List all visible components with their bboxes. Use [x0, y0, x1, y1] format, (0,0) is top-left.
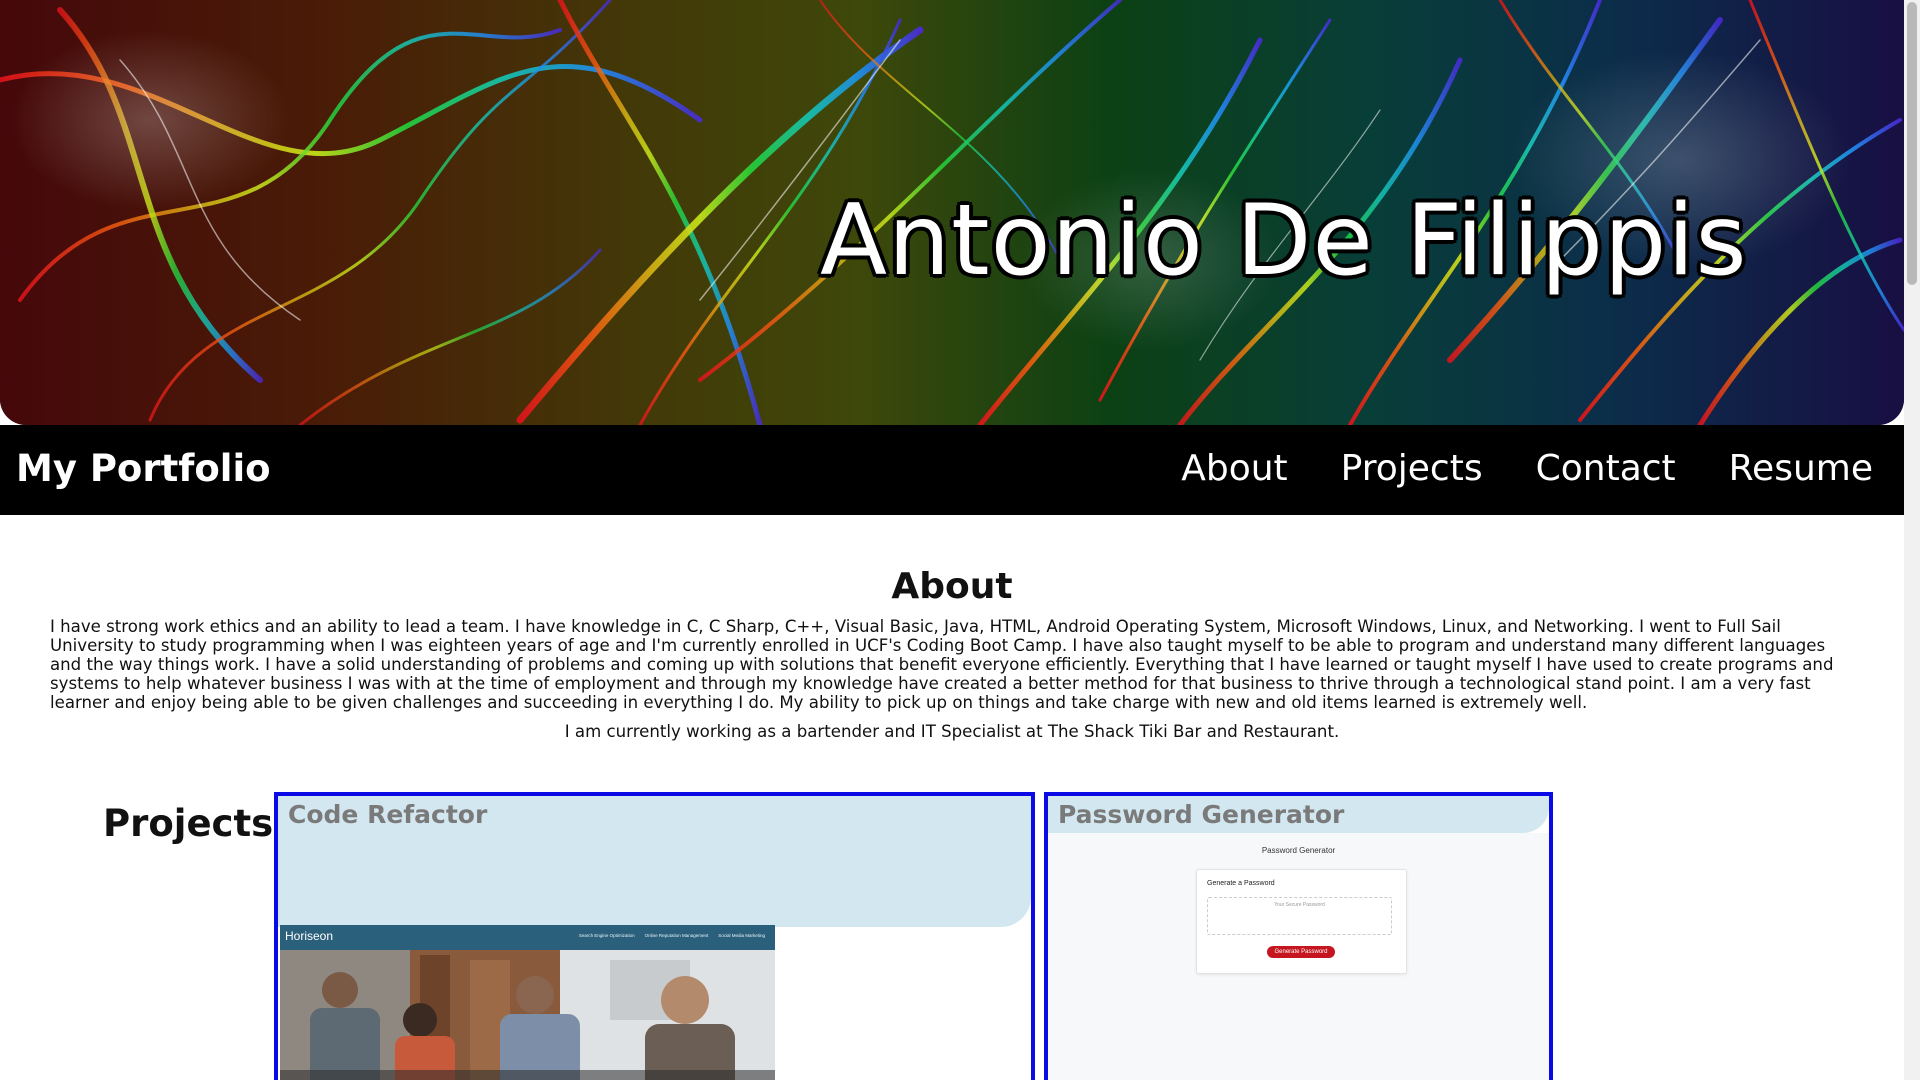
horiseon-screenshot[interactable]: Horiseon Search Engine Optimization Onli…	[280, 925, 775, 1080]
horiseon-team-photo	[280, 950, 775, 1080]
nav-links: About Projects Contact Resume	[1181, 447, 1873, 491]
horiseon-nav-item: Social Media Marketing	[718, 933, 765, 938]
horiseon-header: Horiseon Search Engine Optimization Onli…	[280, 925, 775, 950]
pg-password-textarea: Your Secure Password	[1207, 897, 1392, 935]
horiseon-nav-item: Search Engine Optimization	[578, 933, 635, 938]
pg-generate-button: Generate Password	[1267, 946, 1335, 958]
pg-card-title: Generate a Password	[1207, 880, 1275, 887]
page-scrollbar[interactable]	[1904, 0, 1920, 1080]
nav-link-projects[interactable]: Projects	[1341, 447, 1483, 491]
project-card-password-generator[interactable]: Password Generator Password Generator Ge…	[1044, 792, 1553, 1080]
projects-heading: Projects	[103, 802, 274, 845]
pg-preview-card: Generate a Password Your Secure Password…	[1196, 869, 1407, 974]
about-paragraph: I have strong work ethics and an ability…	[50, 617, 1834, 712]
nav-link-about[interactable]: About	[1181, 447, 1287, 491]
page: Antonio De Filippis My Portfolio About P…	[0, 0, 1904, 1080]
nav-link-resume[interactable]: Resume	[1729, 447, 1873, 491]
project-title: Code Refactor	[288, 800, 488, 829]
about-heading: About	[891, 566, 1013, 607]
brand-title: My Portfolio	[16, 447, 271, 490]
pg-preview-title: Password Generator	[1261, 846, 1336, 855]
nav-link-contact[interactable]: Contact	[1536, 447, 1676, 491]
about-job-text: I am currently working as a bartender an…	[564, 722, 1340, 741]
horiseon-nav: Search Engine Optimization Online Reputa…	[579, 933, 765, 938]
project-title: Password Generator	[1058, 800, 1345, 829]
navbar: My Portfolio About Projects Contact Resu…	[0, 425, 1904, 515]
horiseon-logo: Horiseon	[285, 929, 334, 943]
horiseon-nav-item: Online Reputation Management	[644, 933, 709, 938]
project-card-code-refactor[interactable]: Code Refactor Horiseon Search Engine Opt…	[274, 792, 1035, 1080]
hero-name: Antonio De Filippis	[820, 184, 1748, 298]
scrollbar-thumb[interactable]	[1907, 2, 1917, 285]
hero-banner: Antonio De Filippis	[0, 0, 1904, 425]
